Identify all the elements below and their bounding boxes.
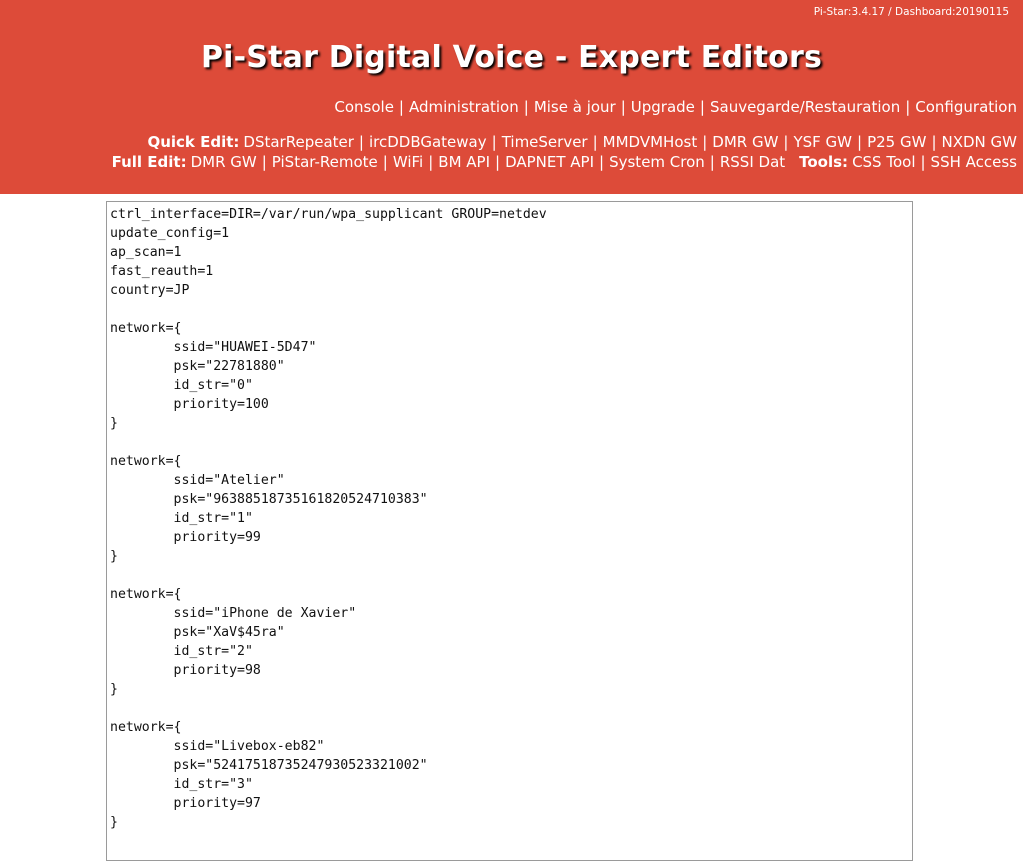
- full-edit-pistar-remote-link[interactable]: PiStar-Remote: [272, 153, 378, 171]
- nav-configuration-link[interactable]: Configuration: [915, 98, 1017, 116]
- full-edit-wifi-link[interactable]: WiFi: [393, 153, 423, 171]
- nav-upgrade-link[interactable]: Upgrade: [631, 98, 695, 116]
- full-edit-label: Full Edit:: [111, 153, 187, 171]
- nav-backup-restore-link[interactable]: Sauvegarde/Restauration: [710, 98, 900, 116]
- quick-edit-dmr-gw-link[interactable]: DMR GW: [712, 133, 778, 151]
- quick-edit-nxdn-gw-link[interactable]: NXDN GW: [942, 133, 1018, 151]
- tools-ssh-access-link[interactable]: SSH Access: [931, 153, 1017, 171]
- main-nav: Console | Administration | Mise à jour | Upgra…: [334, 98, 1017, 116]
- quick-edit-ircddbgateway-link[interactable]: ircDDBGateway: [369, 133, 487, 151]
- quick-edit-mmdvmhost-link[interactable]: MMDVMHost: [603, 133, 698, 151]
- quick-edit-label: Quick Edit:: [147, 133, 240, 151]
- quick-edit-nav: Quick Edit: DStarRepeater | ircDDBGateway | T…: [147, 133, 1017, 151]
- full-edit-nav: Full Edit: DMR GW | PiStar-Remote | WiFi | BM A…: [111, 153, 1017, 171]
- nav-mise-a-jour-link[interactable]: Mise à jour: [534, 98, 616, 116]
- quick-edit-dstarrepeater-link[interactable]: DStarRepeater: [243, 133, 354, 151]
- config-editor-textarea[interactable]: ctrl_interface=DIR=/var/run/wpa_supplica…: [106, 201, 913, 861]
- nav-administration-link[interactable]: Administration: [409, 98, 519, 116]
- full-edit-dapnet-api-link[interactable]: DAPNET API: [505, 153, 594, 171]
- full-edit-system-cron-link[interactable]: System Cron: [609, 153, 705, 171]
- nav-console-link[interactable]: Console: [334, 98, 394, 116]
- header-banner: Pi-Star:3.4.17 / Dashboard:20190115 Pi-S…: [0, 0, 1023, 194]
- tools-css-tool-link[interactable]: CSS Tool: [852, 153, 915, 171]
- version-info: Pi-Star:3.4.17 / Dashboard:20190115: [813, 6, 1009, 18]
- quick-edit-ysf-gw-link[interactable]: YSF GW: [793, 133, 852, 151]
- quick-edit-timeserver-link[interactable]: TimeServer: [502, 133, 588, 151]
- full-edit-rssi-dat-link[interactable]: RSSI Dat: [720, 153, 785, 171]
- quick-edit-p25-gw-link[interactable]: P25 GW: [867, 133, 926, 151]
- full-edit-dmr-gw-link[interactable]: DMR GW: [191, 153, 257, 171]
- page-title: Pi-Star Digital Voice - Expert Editors: [200, 40, 823, 75]
- tools-label: Tools:: [799, 153, 849, 171]
- full-edit-bm-api-link[interactable]: BM API: [438, 153, 490, 171]
